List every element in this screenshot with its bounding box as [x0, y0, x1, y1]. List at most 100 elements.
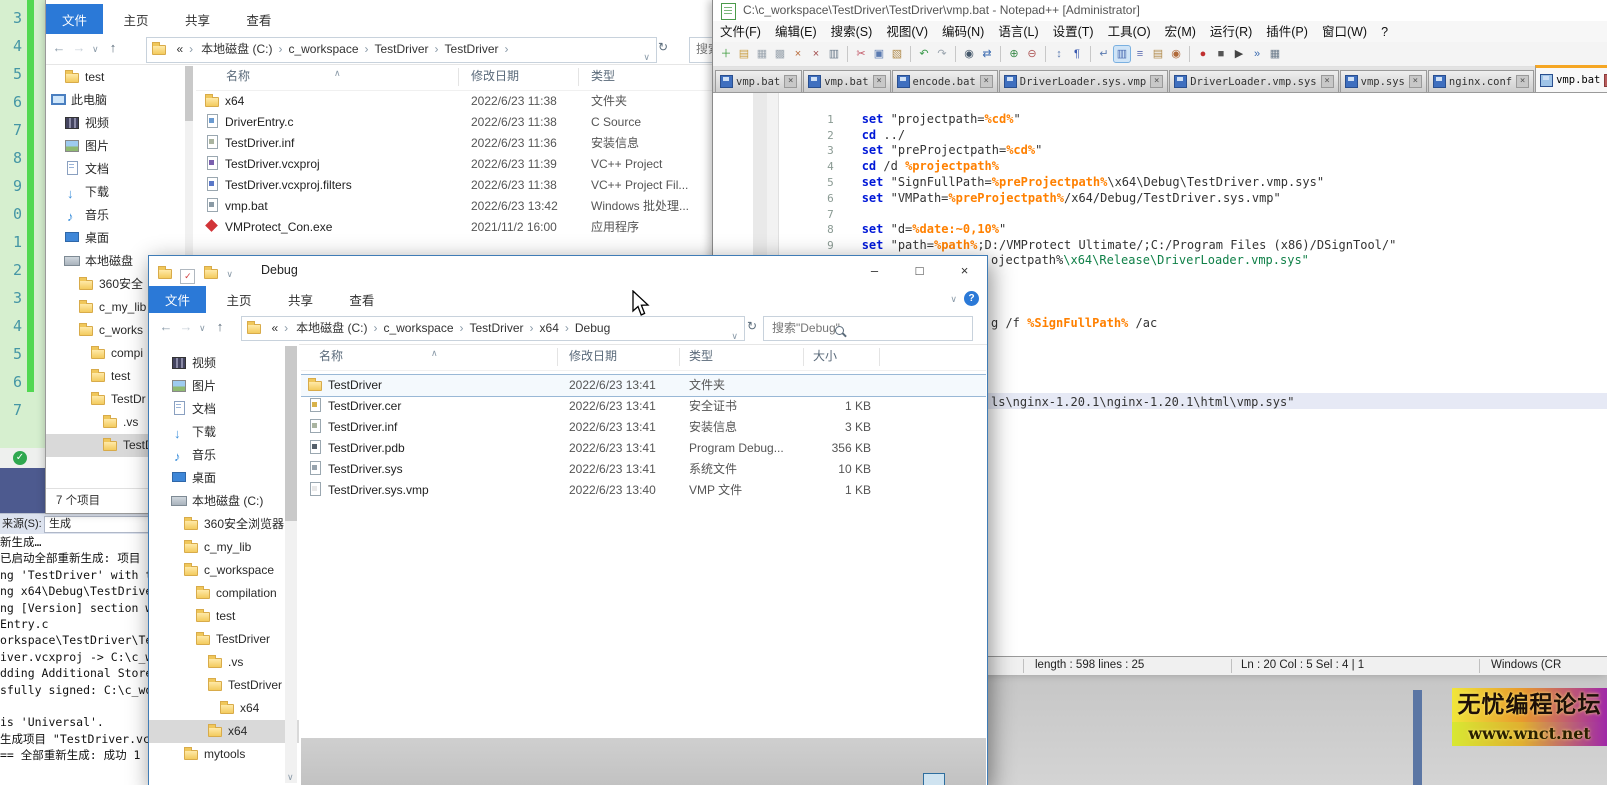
toolbar-icon[interactable] — [1113, 45, 1131, 63]
tab-view[interactable]: 查看 — [230, 4, 287, 36]
tab-close-icon[interactable] — [1320, 75, 1334, 88]
file-row[interactable]: TestDriver.inf 2022/6/23 11:36 安装信息 — [196, 133, 718, 154]
menu-item[interactable]: 搜索(S) — [824, 22, 880, 43]
close-button[interactable]: × — [942, 256, 987, 285]
menu-item[interactable]: 编辑(E) — [768, 22, 824, 43]
tree-item[interactable]: test — [46, 66, 194, 89]
menu-item[interactable]: 编码(N) — [935, 22, 991, 43]
column-type[interactable]: 类型 — [591, 64, 615, 88]
sidebar-scrollbar[interactable]: ∨ — [285, 346, 297, 783]
menu-item[interactable]: 宏(M) — [1158, 22, 1203, 43]
file-row[interactable]: x64 2022/6/23 11:38 文件夹 — [196, 91, 718, 112]
tree-item[interactable]: c_my_lib — [149, 536, 299, 559]
file-row[interactable]: vmp.bat 2022/6/23 13:42 Windows 批处理... — [196, 196, 718, 217]
scroll-down-icon[interactable]: ∨ — [287, 772, 294, 783]
breadcrumb-segment[interactable]: TestDriver — [375, 42, 445, 56]
tab-share[interactable]: 共享 — [272, 286, 329, 315]
tree-item[interactable]: 360安全浏览器 — [149, 513, 299, 536]
breadcrumb-segment[interactable]: 本地磁盘 (C:) — [296, 321, 383, 335]
tree-item[interactable]: TestDriver — [149, 628, 299, 651]
menu-item[interactable]: 视图(V) — [879, 22, 935, 43]
breadcrumb-segment[interactable]: Debug — [575, 321, 622, 335]
scrollbar-thumb[interactable] — [185, 66, 193, 121]
tree-item[interactable]: 图片 — [46, 135, 194, 158]
address-dropdown-icon[interactable]: ∨ — [643, 46, 650, 62]
breadcrumb-segment[interactable]: x64 — [540, 321, 575, 335]
toolbar-icon[interactable] — [1213, 46, 1229, 62]
document-tab[interactable]: vmp.bat — [1535, 65, 1607, 92]
tree-item[interactable]: 图片 — [149, 375, 299, 398]
new-folder-icon[interactable] — [203, 265, 219, 279]
column-size[interactable]: 大小 — [813, 344, 837, 368]
tree-item[interactable]: 视频 — [46, 112, 194, 135]
properties-check-icon[interactable]: ✓ — [180, 269, 196, 284]
forward-icon[interactable]: → — [70, 40, 88, 55]
toolbar-icon[interactable] — [1024, 46, 1040, 62]
tab-share[interactable]: 共享 — [169, 4, 226, 36]
breadcrumb-segment[interactable]: TestDriver — [445, 42, 515, 56]
toolbar-icon[interactable] — [1132, 46, 1148, 62]
toolbar-icon[interactable] — [1051, 46, 1067, 62]
toolbar-icon[interactable] — [934, 46, 950, 62]
toolbar-icon[interactable] — [1090, 46, 1091, 62]
search-input[interactable]: 搜索"Debug" — [763, 316, 973, 341]
qat-dropdown-icon[interactable]: ∨ — [226, 269, 233, 279]
tree-item[interactable]: 下载 — [149, 421, 299, 444]
tree-item[interactable]: 文档 — [46, 158, 194, 181]
file-row[interactable]: TestDriver.cer 2022/6/23 13:41 安全证书 1 KB — [301, 396, 986, 417]
vs-output-source-dropdown[interactable]: 生成 — [44, 516, 164, 533]
column-name[interactable]: 名称 — [319, 344, 343, 368]
toolbar-icon[interactable] — [1096, 46, 1112, 62]
column-type[interactable]: 类型 — [689, 344, 713, 368]
menu-item[interactable]: 设置(T) — [1046, 22, 1101, 43]
menu-item[interactable]: 文件(F) — [713, 22, 768, 43]
back-icon[interactable]: ← — [157, 319, 175, 334]
scrollbar-thumb[interactable] — [285, 346, 297, 521]
forward-icon[interactable]: → — [177, 319, 195, 334]
toolbar-icon[interactable] — [790, 46, 806, 62]
tree-item[interactable]: 视频 — [149, 352, 299, 375]
tab-view[interactable]: 查看 — [333, 286, 390, 315]
column-name[interactable]: 名称 — [226, 64, 250, 88]
tree-item[interactable]: mytools — [149, 743, 299, 766]
file-row[interactable]: TestDriver.vcxproj.filters 2022/6/23 11:… — [196, 175, 718, 196]
back-icon[interactable]: ← — [50, 40, 68, 55]
breadcrumb[interactable]: «本地磁盘 (C:)c_workspaceTestDriverx64Debug … — [241, 316, 745, 341]
sidebar-tree[interactable]: 视频 图片 文档 下载 音乐 桌面 本地磁盘 (C:) 360安全浏览器 — [149, 344, 299, 785]
file-row[interactable]: DriverEntry.c 2022/6/23 11:38 C Source — [196, 112, 718, 133]
tree-item[interactable]: 桌面 — [46, 227, 194, 250]
up-icon[interactable]: ↑ — [104, 40, 122, 55]
toolbar-icon[interactable] — [1069, 46, 1085, 62]
breadcrumb-segment[interactable]: c_workspace — [383, 321, 469, 335]
file-row[interactable]: TestDriver.sys 2022/6/23 13:41 系统文件 10 K… — [301, 459, 986, 480]
toolbar-icon[interactable] — [1195, 46, 1211, 62]
help-icon[interactable]: ? — [964, 291, 979, 306]
tab-close-icon[interactable] — [979, 75, 993, 88]
toolbar-icon[interactable] — [1006, 46, 1022, 62]
toolbar-icon[interactable] — [853, 46, 869, 62]
toolbar-icon[interactable] — [1231, 46, 1247, 62]
tab-close-icon[interactable] — [784, 75, 798, 88]
file-row[interactable]: TestDriver.inf 2022/6/23 13:41 安装信息 3 KB — [301, 417, 986, 438]
toolbar-icon[interactable] — [847, 46, 848, 62]
document-tab[interactable]: vmp.sys — [1339, 70, 1427, 92]
toolbar-icon[interactable] — [1267, 46, 1283, 62]
up-icon[interactable]: ↑ — [211, 319, 229, 334]
document-tab[interactable]: vmp.bat — [803, 70, 891, 92]
toolbar-icon[interactable] — [772, 46, 788, 62]
menu-item[interactable]: 窗口(W) — [1315, 22, 1374, 43]
tree-item[interactable]: x64 — [149, 720, 299, 743]
breadcrumb-segment[interactable]: 本地磁盘 (C:) — [201, 42, 288, 56]
toolbar-icon[interactable] — [1168, 46, 1184, 62]
file-row[interactable]: TestDriver.pdb 2022/6/23 13:41 Program D… — [301, 438, 986, 459]
tab-home[interactable]: 主页 — [107, 4, 164, 36]
file-row[interactable]: TestDriver.vcxproj 2022/6/23 11:39 VC++ … — [196, 154, 718, 175]
column-date[interactable]: 修改日期 — [569, 344, 617, 368]
tab-close-icon[interactable] — [1150, 75, 1164, 88]
document-tab[interactable]: vmp.bat — [715, 70, 803, 92]
tree-item[interactable]: x64 — [149, 697, 299, 720]
tree-item[interactable]: compilation — [149, 582, 299, 605]
tab-file[interactable]: 文件 — [46, 4, 104, 36]
tree-item[interactable]: test — [149, 605, 299, 628]
document-tab[interactable]: DriverLoader.vmp.sys — [1169, 70, 1339, 92]
